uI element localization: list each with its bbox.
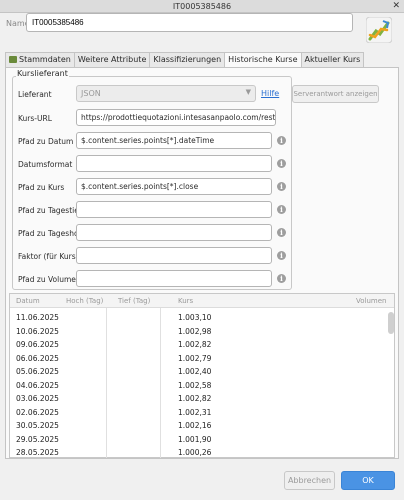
close-cell: 1.002,82 — [178, 394, 212, 403]
table-row[interactable]: 30.05.2025 1.002,16 — [10, 419, 386, 431]
title-bar: IT0005385486 ✕ — [0, 0, 404, 13]
date-cell: 09.06.2025 — [16, 340, 59, 349]
table-row[interactable]: 03.06.2025 1.002,82 — [10, 392, 386, 404]
low-path-label: Pfad zu Tagestief — [18, 206, 82, 215]
info-icon[interactable]: i — [277, 159, 286, 168]
date-cell: 02.06.2025 — [16, 407, 59, 417]
date-format-input[interactable] — [76, 155, 272, 172]
close-cell: 1.002,79 — [178, 353, 212, 363]
table-row[interactable]: 05.06.2025 1.002,40 — [10, 365, 386, 377]
date-cell: 06.06.2025 — [16, 353, 59, 363]
provider-select[interactable]: JSON ▼ — [76, 85, 256, 102]
close-path-input[interactable]: $.content.series.points[*].close — [76, 178, 272, 195]
table-row[interactable]: 29.05.2025 1.001,90 — [10, 433, 386, 445]
table-row[interactable]: 04.06.2025 1.002,58 — [10, 379, 386, 391]
table-row[interactable]: 10.06.2025 1.002,98 — [10, 325, 386, 337]
table-row[interactable]: 11.06.2025 1.003,10 — [10, 311, 386, 323]
tab-panel: Kurslieferant Lieferant JSON ▼ Hilfe Ser… — [5, 67, 399, 459]
header-volume[interactable]: Volumen — [356, 297, 386, 305]
provider-value: JSON — [81, 89, 101, 98]
tab-stammdaten[interactable]: Stammdaten — [5, 52, 75, 67]
info-icon[interactable]: i — [277, 228, 286, 237]
header-low[interactable]: Tief (Tag) — [118, 297, 150, 305]
tab-klassifizierungen[interactable]: Klassifizierungen — [149, 52, 226, 67]
chevron-down-icon: ▼ — [245, 88, 251, 96]
header-close[interactable]: Kurs — [178, 297, 193, 305]
date-path-input[interactable]: $.content.series.points[*].dateTime — [76, 132, 272, 149]
header-high[interactable]: Hoch (Tag) — [66, 297, 103, 305]
close-cell: 1.002,40 — [178, 367, 212, 376]
close-cell: 1.002,98 — [178, 326, 212, 336]
security-logo-icon — [366, 17, 392, 43]
date-cell: 30.05.2025 — [16, 421, 59, 430]
date-cell: 10.06.2025 — [16, 326, 59, 336]
close-path-label: Pfad zu Kurs — [18, 183, 65, 192]
header-date[interactable]: Datum — [16, 297, 40, 305]
info-icon[interactable]: i — [277, 136, 286, 145]
date-cell: 29.05.2025 — [16, 434, 59, 444]
name-input[interactable] — [26, 13, 353, 32]
date-cell: 28.05.2025 — [16, 448, 59, 457]
group-title: Kurslieferant — [16, 69, 69, 78]
close-cell: 1.002,31 — [178, 407, 212, 417]
tab-label: Stammdaten — [19, 55, 71, 64]
factor-input[interactable] — [76, 247, 272, 264]
table-header: Datum Hoch (Tag) Tief (Tag) Kurs Volumen — [10, 294, 394, 308]
cancel-button[interactable]: Abbrechen — [284, 471, 335, 490]
ok-button[interactable]: OK — [341, 471, 395, 490]
provider-label: Lieferant — [18, 90, 52, 99]
date-format-label: Datumsformat — [18, 160, 73, 169]
info-icon[interactable]: i — [277, 274, 286, 283]
table-row[interactable]: 09.06.2025 1.002,82 — [10, 338, 386, 350]
window-title: IT0005385486 — [172, 2, 232, 11]
tab-historische-kurse[interactable]: Historische Kurse — [224, 52, 302, 68]
date-cell: 03.06.2025 — [16, 394, 59, 403]
volume-path-input[interactable] — [76, 270, 272, 287]
date-path-label: Pfad zu Datum — [18, 137, 74, 146]
close-cell: 1.000,26 — [178, 448, 212, 457]
low-path-input[interactable] — [76, 201, 272, 218]
high-path-input[interactable] — [76, 224, 272, 241]
table-row[interactable]: 06.06.2025 1.002,79 — [10, 352, 386, 364]
date-cell: 04.06.2025 — [16, 380, 59, 390]
info-icon[interactable]: i — [277, 205, 286, 214]
close-icon[interactable]: ✕ — [392, 1, 400, 11]
date-cell: 11.06.2025 — [16, 313, 59, 322]
url-input[interactable]: https://prodottiequotazioni.intesasanpao… — [76, 109, 276, 126]
info-icon[interactable]: i — [277, 182, 286, 191]
tab-aktueller-kurs[interactable]: Aktueller Kurs — [300, 52, 365, 67]
close-cell: 1.002,58 — [178, 380, 212, 390]
url-label: Kurs-URL — [18, 114, 52, 123]
volume-path-label: Pfad zu Volumen — [18, 275, 81, 284]
tab-bar: Stammdaten Weitere Attribute Klassifizie… — [5, 52, 365, 68]
close-cell: 1.002,82 — [178, 340, 212, 349]
close-cell: 1.001,90 — [178, 434, 212, 444]
scrollbar[interactable] — [388, 312, 394, 334]
table-row[interactable]: 28.05.2025 1.000,26 — [10, 446, 386, 458]
table-row[interactable]: 02.06.2025 1.002,31 — [10, 406, 386, 418]
date-cell: 05.06.2025 — [16, 367, 59, 376]
server-response-button[interactable]: Serverantwort anzeigen — [292, 85, 379, 103]
close-cell: 1.002,16 — [178, 421, 212, 430]
close-cell: 1.003,10 — [178, 313, 212, 322]
help-link[interactable]: Hilfe — [261, 89, 279, 98]
tab-weitere-attribute[interactable]: Weitere Attribute — [73, 52, 151, 67]
warning-icon — [9, 56, 17, 63]
factor-label: Faktor (für Kurse) — [18, 252, 84, 261]
price-table[interactable]: Datum Hoch (Tag) Tief (Tag) Kurs Volumen… — [9, 293, 395, 458]
info-icon[interactable]: i — [277, 251, 286, 260]
